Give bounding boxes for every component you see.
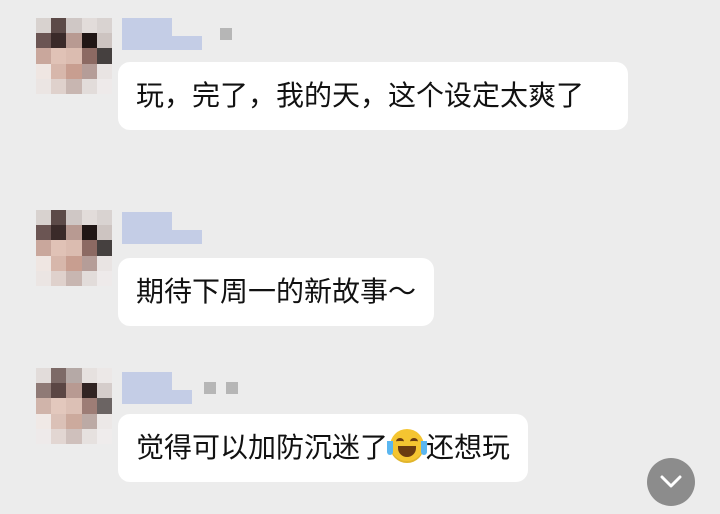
sender-name bbox=[122, 212, 202, 244]
message-bubble[interactable]: 觉得可以加防沉迷了 还想玩 bbox=[118, 414, 529, 482]
sender-name-redacted bbox=[172, 390, 192, 404]
face-with-tears-of-joy-icon bbox=[387, 429, 428, 463]
chevron-down-icon bbox=[660, 475, 682, 488]
avatar[interactable] bbox=[36, 210, 112, 286]
message-bubble[interactable]: 期待下周一的新故事～ bbox=[118, 258, 435, 326]
sender-name-redacted bbox=[122, 372, 172, 404]
avatar[interactable] bbox=[36, 368, 112, 444]
sender-name-redacted bbox=[204, 382, 216, 394]
message-text: 期待下周一的新故事～ bbox=[136, 275, 417, 308]
sender-name-redacted bbox=[172, 36, 202, 50]
message-text: 玩，完了，我的天，这个设定太爽了 bbox=[136, 79, 585, 112]
sender-name-redacted bbox=[172, 230, 202, 244]
sender-name-redacted bbox=[122, 212, 172, 244]
sender-name bbox=[122, 18, 232, 50]
scroll-to-bottom-button[interactable] bbox=[647, 458, 695, 506]
sender-name-redacted bbox=[226, 382, 238, 394]
avatar[interactable] bbox=[36, 18, 112, 94]
message-text: 觉得可以加防沉迷了 bbox=[136, 431, 389, 464]
message-text: 还想玩 bbox=[426, 431, 511, 464]
sender-name bbox=[122, 372, 238, 404]
sender-name-redacted bbox=[220, 28, 232, 40]
message-bubble[interactable]: 玩，完了，我的天，这个设定太爽了 bbox=[118, 62, 628, 130]
sender-name-redacted bbox=[122, 18, 172, 50]
